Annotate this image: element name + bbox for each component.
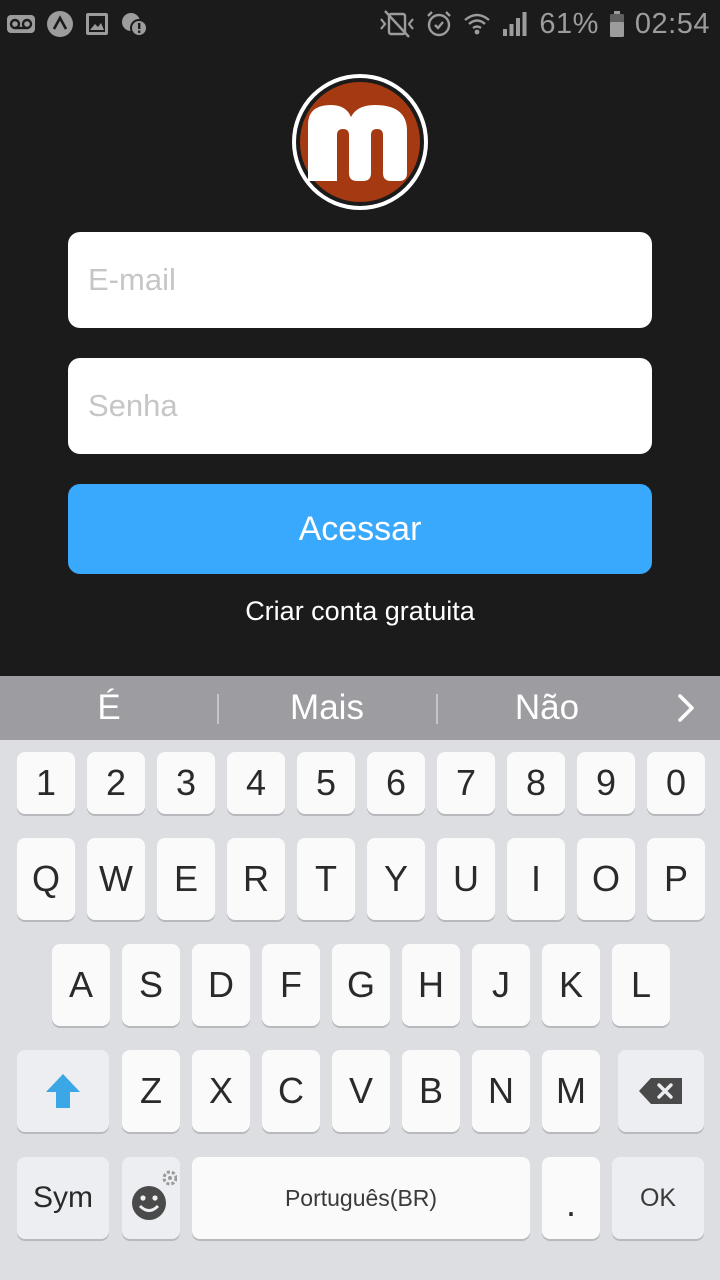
key-d[interactable]: D — [192, 944, 250, 1026]
key-v[interactable]: V — [332, 1050, 390, 1132]
key-s[interactable]: S — [122, 944, 180, 1026]
create-account-link[interactable]: Criar conta gratuita — [0, 596, 720, 627]
key-x[interactable]: X — [192, 1050, 250, 1132]
key-y[interactable]: Y — [367, 838, 425, 920]
key-e[interactable]: E — [157, 838, 215, 920]
clock: 02:54 — [634, 7, 710, 40]
key-5[interactable]: 5 — [297, 752, 355, 814]
key-b[interactable]: B — [402, 1050, 460, 1132]
key-z[interactable]: Z — [122, 1050, 180, 1132]
battery-percentage: 61% — [539, 7, 599, 40]
suggestion-1[interactable]: É — [0, 676, 218, 740]
backspace-icon — [639, 1078, 682, 1104]
key-7[interactable]: 7 — [437, 752, 495, 814]
key-r[interactable]: R — [227, 838, 285, 920]
app-logo — [291, 73, 429, 211]
status-bar: 61% 02:54 — [0, 0, 720, 48]
key-8[interactable]: 8 — [507, 752, 565, 814]
suggestion-3[interactable]: Não — [436, 676, 658, 740]
key-k[interactable]: K — [542, 944, 600, 1026]
status-right-icons: 61% 02:54 — [379, 8, 710, 40]
backspace-key[interactable] — [618, 1050, 704, 1132]
space-key[interactable]: Português(BR) — [192, 1157, 530, 1239]
image-icon — [84, 11, 110, 37]
key-9[interactable]: 9 — [577, 752, 635, 814]
data-alert-icon — [120, 11, 148, 37]
key-w[interactable]: W — [87, 838, 145, 920]
key-g[interactable]: G — [332, 944, 390, 1026]
app-notification-icon — [46, 10, 74, 38]
key-o[interactable]: O — [577, 838, 635, 920]
key-j[interactable]: J — [472, 944, 530, 1026]
status-left-icons — [6, 10, 148, 38]
suggestion-bar: É Mais Não — [0, 676, 720, 740]
keyboard: Sym Português(BR) . OK 1234567890 QWERTYU… — [0, 740, 720, 1280]
key-4[interactable]: 4 — [227, 752, 285, 814]
key-f[interactable]: F — [262, 944, 320, 1026]
key-n[interactable]: N — [472, 1050, 530, 1132]
alarm-icon — [425, 10, 453, 38]
key-u[interactable]: U — [437, 838, 495, 920]
shift-arrow-icon — [46, 1074, 80, 1108]
key-m[interactable]: M — [542, 1050, 600, 1132]
key-a[interactable]: A — [52, 944, 110, 1026]
emoji-key[interactable] — [122, 1157, 180, 1239]
voicemail-icon — [6, 12, 36, 36]
shift-key[interactable] — [17, 1050, 109, 1132]
key-0[interactable]: 0 — [647, 752, 705, 814]
battery-icon — [609, 10, 625, 38]
mute-icon — [379, 9, 415, 39]
key-6[interactable]: 6 — [367, 752, 425, 814]
key-t[interactable]: T — [297, 838, 355, 920]
emoji-icon — [132, 1170, 177, 1220]
period-key[interactable]: . — [542, 1157, 600, 1239]
ok-key[interactable]: OK — [612, 1157, 704, 1239]
key-1[interactable]: 1 — [17, 752, 75, 814]
chevron-right-icon[interactable] — [668, 690, 704, 726]
key-p[interactable]: P — [647, 838, 705, 920]
key-q[interactable]: Q — [17, 838, 75, 920]
password-field[interactable]: Senha — [68, 358, 652, 454]
password-placeholder: Senha — [88, 388, 178, 423]
key-2[interactable]: 2 — [87, 752, 145, 814]
wifi-icon — [463, 10, 491, 38]
login-button[interactable]: Acessar — [68, 484, 652, 574]
sym-key[interactable]: Sym — [17, 1157, 109, 1239]
email-placeholder: E-mail — [88, 262, 176, 297]
suggestion-2[interactable]: Mais — [218, 676, 436, 740]
signal-icon — [501, 10, 529, 38]
key-3[interactable]: 3 — [157, 752, 215, 814]
key-l[interactable]: L — [612, 944, 670, 1026]
email-field[interactable]: E-mail — [68, 232, 652, 328]
key-i[interactable]: I — [507, 838, 565, 920]
key-c[interactable]: C — [262, 1050, 320, 1132]
key-h[interactable]: H — [402, 944, 460, 1026]
